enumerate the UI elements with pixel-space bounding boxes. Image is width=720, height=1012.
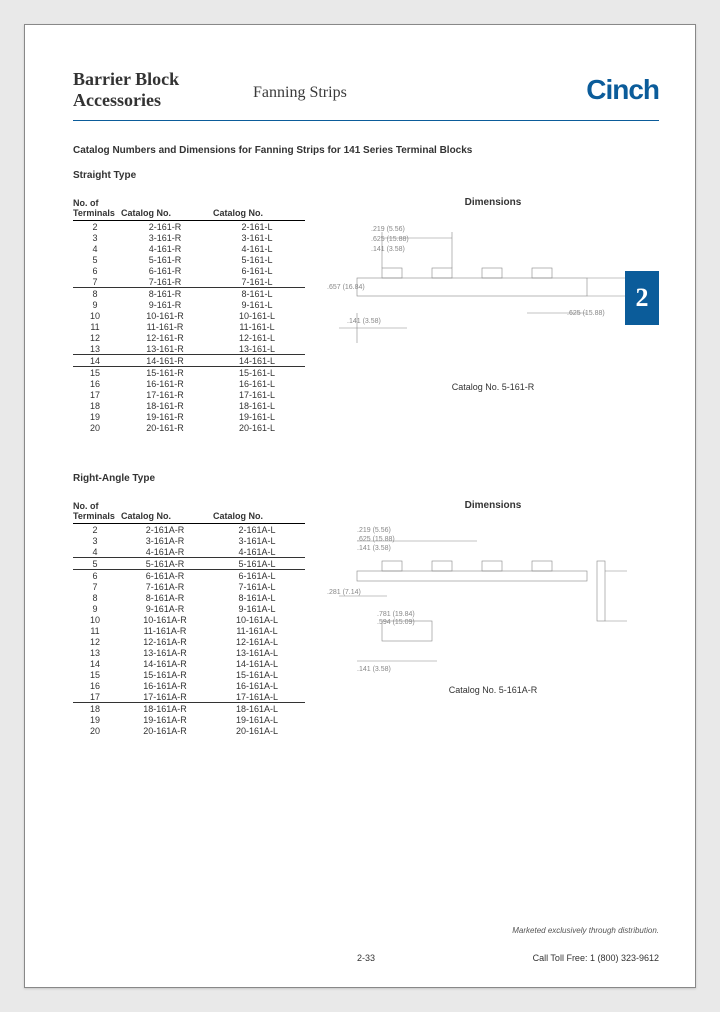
- straight-drawing: .219 (5.56) .625 (15.88) .141 (3.58) .65…: [327, 218, 637, 378]
- straight-catalog-table: No. of Terminals Catalog No. Catalog No.…: [73, 197, 305, 433]
- table-row: 88-161-R8-161-L: [73, 288, 305, 300]
- dim-e: .781 (19.84): [377, 611, 415, 618]
- straight-type-label: Straight Type: [73, 170, 659, 181]
- table-row: 33-161-R3-161-L: [73, 232, 305, 243]
- dim-f: .594 (15.09): [377, 619, 415, 626]
- col-catalog-l: Catalog No.: [213, 500, 305, 524]
- table-row: 1313-161-R13-161-L: [73, 343, 305, 355]
- dim-f: .625 (15.88): [567, 310, 605, 317]
- title-line2: Accessories: [73, 90, 161, 110]
- straight-caption: Catalog No. 5-161-R: [327, 382, 659, 392]
- dim-c: .141 (3.58): [371, 246, 405, 253]
- dimensions-title: Dimensions: [327, 500, 659, 511]
- table-row: 1717-161A-R17-161A-L: [73, 691, 305, 703]
- table-row: 1919-161A-R19-161A-L: [73, 714, 305, 725]
- right-angle-block: No. of Terminals Catalog No. Catalog No.…: [73, 500, 659, 736]
- table-row: 77-161-R7-161-L: [73, 276, 305, 288]
- table-row: 66-161A-R6-161A-L: [73, 570, 305, 582]
- page-footer: 2-33 Call Toll Free: 1 (800) 323-9612: [73, 953, 659, 963]
- page: Barrier Block Accessories Fanning Strips…: [24, 24, 696, 988]
- col-catalog-r: Catalog No.: [121, 197, 213, 221]
- dim-d: .657 (16.84): [327, 284, 365, 291]
- table-row: 1313-161A-R13-161A-L: [73, 647, 305, 658]
- col-terminals: No. of Terminals: [73, 197, 121, 221]
- table-row: 44-161-R4-161-L: [73, 243, 305, 254]
- dim-b: .625 (15.88): [357, 536, 395, 543]
- table-row: 1414-161-R14-161-L: [73, 355, 305, 367]
- table-row: 88-161A-R8-161A-L: [73, 592, 305, 603]
- table-row: 44-161A-R4-161A-L: [73, 546, 305, 558]
- table-row: 1919-161-R19-161-L: [73, 411, 305, 422]
- table-row: 22-161-R2-161-L: [73, 221, 305, 233]
- straight-type-block: No. of Terminals Catalog No. Catalog No.…: [73, 197, 659, 433]
- table-row: 99-161A-R9-161A-L: [73, 603, 305, 614]
- table-row: 1111-161A-R11-161A-L: [73, 625, 305, 636]
- header-subtitle: Fanning Strips: [243, 78, 586, 102]
- table-row: 1515-161A-R15-161A-L: [73, 669, 305, 680]
- table-row: 77-161A-R7-161A-L: [73, 581, 305, 592]
- page-header: Barrier Block Accessories Fanning Strips…: [73, 69, 659, 110]
- table-row: 1212-161-R12-161-L: [73, 332, 305, 343]
- dim-e: .141 (3.58): [347, 318, 381, 325]
- phone-number: Call Toll Free: 1 (800) 323-9612: [533, 953, 659, 963]
- table-row: 1111-161-R11-161-L: [73, 321, 305, 332]
- distribution-note: Marketed exclusively through distributio…: [512, 926, 659, 935]
- table-row: 2020-161A-R20-161A-L: [73, 725, 305, 736]
- dim-b: .625 (15.88): [371, 236, 409, 243]
- dim-a: .219 (5.56): [371, 226, 405, 233]
- table-row: 1717-161-R17-161-L: [73, 389, 305, 400]
- dim-g: .141 (3.58): [357, 666, 391, 673]
- col-catalog-l: Catalog No.: [213, 197, 305, 221]
- catalog-heading: Catalog Numbers and Dimensions for Fanni…: [73, 145, 659, 156]
- right-angle-catalog-table: No. of Terminals Catalog No. Catalog No.…: [73, 500, 305, 736]
- section-tab: 2: [625, 271, 659, 325]
- straight-dimensions: Dimensions: [327, 197, 659, 433]
- table-row: 99-161-R9-161-L: [73, 299, 305, 310]
- dim-d: .281 (7.14): [327, 589, 361, 596]
- brand-logo: Cinch: [586, 74, 659, 106]
- table-row: 1616-161A-R16-161A-L: [73, 680, 305, 691]
- right-angle-drawing: .219 (5.56) .625 (15.88) .141 (3.58) .28…: [327, 521, 637, 681]
- title-line1: Barrier Block: [73, 69, 179, 89]
- table-row: 1414-161A-R14-161A-L: [73, 658, 305, 669]
- table-row: 55-161-R5-161-L: [73, 254, 305, 265]
- table-row: 1010-161A-R10-161A-L: [73, 614, 305, 625]
- dimensions-title: Dimensions: [327, 197, 659, 208]
- table-row: 1010-161-R10-161-L: [73, 310, 305, 321]
- table-row: 1212-161A-R12-161A-L: [73, 636, 305, 647]
- table-row: 1616-161-R16-161-L: [73, 378, 305, 389]
- table-row: 55-161A-R5-161A-L: [73, 558, 305, 570]
- table-row: 66-161-R6-161-L: [73, 265, 305, 276]
- table-row: 1818-161A-R18-161A-L: [73, 703, 305, 715]
- table-row: 22-161A-R2-161A-L: [73, 524, 305, 536]
- header-rule: [73, 120, 659, 121]
- header-title: Barrier Block Accessories: [73, 69, 243, 110]
- table-row: 1818-161-R18-161-L: [73, 400, 305, 411]
- table-row: 33-161A-R3-161A-L: [73, 535, 305, 546]
- table-row: 2020-161-R20-161-L: [73, 422, 305, 433]
- col-terminals: No. of Terminals: [73, 500, 121, 524]
- table-row: 1515-161-R15-161-L: [73, 367, 305, 379]
- right-angle-dimensions: Dimensions: [327, 500, 659, 736]
- dim-a: .219 (5.56): [357, 527, 391, 534]
- col-catalog-r: Catalog No.: [121, 500, 213, 524]
- dim-c: .141 (3.58): [357, 545, 391, 552]
- right-angle-label: Right-Angle Type: [73, 473, 659, 484]
- page-number: 2-33: [357, 953, 375, 963]
